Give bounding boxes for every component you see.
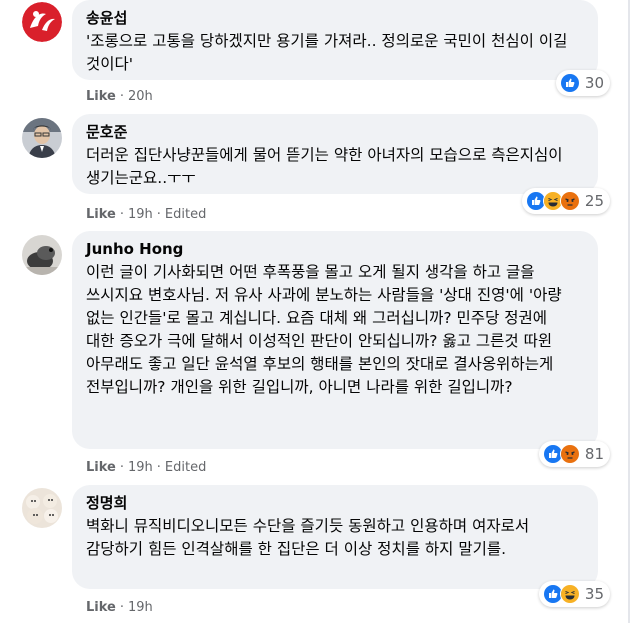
avatar[interactable] [22,235,62,275]
avatar-photo-icon [22,488,62,528]
comment-bubble: Junho Hong 이런 글이 기사화되면 어떤 후폭풍을 몰고 오게 될지 … [72,231,598,449]
reaction-count: 25 [584,192,604,210]
timestamp[interactable]: 20h [128,89,153,104]
like-reaction-icon [559,73,580,93]
like-button[interactable]: Like [86,207,116,222]
comment-text: 이런 글이 기사화되면 어떤 후폭풍을 몰고 오게 될지 생각을 하고 글을 쓰… [86,263,562,396]
haha-reaction-icon [559,584,580,604]
author-name[interactable]: 정명희 [86,493,584,513]
comment-meta: Like · 20h [86,89,153,105]
angry-reaction-icon [559,444,580,464]
avatar-photo-icon [22,235,62,275]
comment-bubble: 문호준 더러운 집단사냥꾼들에게 물어 뜯기는 약한 아녀자의 모습으로 측은지… [72,114,598,194]
comment-meta: Like · 19h · Edited [86,460,206,476]
reaction-count: 35 [584,585,604,603]
comment-text: '조롱으로 고통을 당하겠지만 용기를 가져라.. 정의로운 국민이 천심이 이… [86,32,568,73]
comment-bubble: 송윤섭 '조롱으로 고통을 당하겠지만 용기를 가져라.. 정의로운 국민이 천… [72,0,598,80]
separator-dot: · [119,89,124,104]
edited-label[interactable]: Edited [165,460,206,475]
reaction-summary[interactable]: 35 [538,581,610,607]
avatar[interactable] [22,2,62,42]
separator-dot: · [119,207,124,222]
reaction-summary[interactable]: 30 [555,70,610,96]
avatar-logo-icon [22,2,62,42]
like-button[interactable]: Like [86,600,116,615]
comment-text: 벽화니 뮤직비디오니모든 수단을 즐기듯 동원하고 인용하며 여자로서 감당하기… [86,517,530,558]
author-name[interactable]: 송윤섭 [86,8,584,28]
separator-dot: · [119,600,124,615]
avatar[interactable] [22,488,62,528]
comment-bubble: 정명희 벽화니 뮤직비디오니모든 수단을 즐기듯 동원하고 인용하며 여자로서 … [72,485,598,589]
angry-reaction-icon [559,191,580,211]
like-button[interactable]: Like [86,460,116,475]
comment-meta: Like · 19h · Edited [86,207,206,223]
like-button[interactable]: Like [86,89,116,104]
reaction-summary[interactable]: 25 [521,188,610,214]
timestamp[interactable]: 19h [128,207,153,222]
separator-dot: · [156,207,161,222]
comment-text: 더러운 집단사냥꾼들에게 물어 뜯기는 약한 아녀자의 모습으로 측은지심이 생… [86,146,563,187]
author-name[interactable]: 문호준 [86,122,584,142]
avatar-photo-icon [22,118,62,158]
timestamp[interactable]: 19h [128,460,153,475]
reaction-summary[interactable]: 81 [538,441,610,467]
reaction-count: 30 [584,74,604,92]
edited-label[interactable]: Edited [165,207,206,222]
comment-meta: Like · 19h [86,600,153,616]
separator-dot: · [119,460,124,475]
separator-dot: · [156,460,161,475]
reaction-count: 81 [584,445,604,463]
timestamp[interactable]: 19h [128,600,153,615]
avatar[interactable] [22,118,62,158]
author-name[interactable]: Junho Hong [86,239,584,259]
